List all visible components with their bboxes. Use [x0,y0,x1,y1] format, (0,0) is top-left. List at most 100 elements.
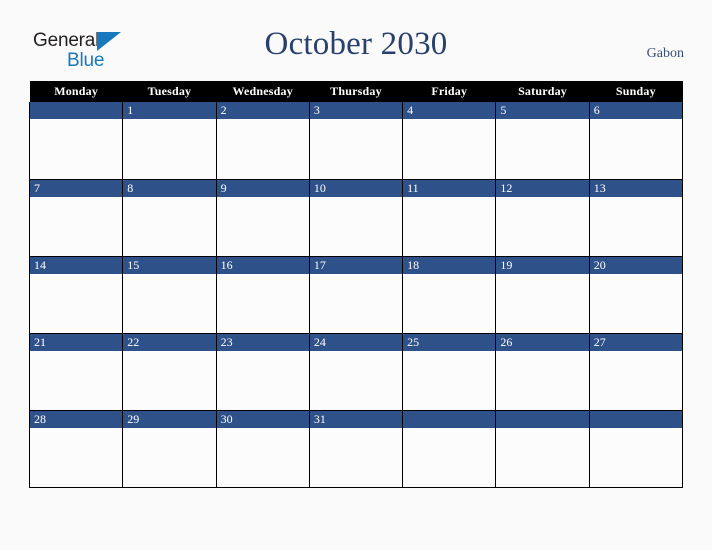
day-notes-area[interactable] [309,196,403,256]
day-notes-area[interactable] [123,427,216,487]
calendar-header-row: Monday Tuesday Wednesday Thursday Friday… [29,81,683,102]
day-notes-area[interactable] [589,119,682,178]
day-number: 20 [589,256,682,274]
day-notes-area[interactable] [403,119,496,178]
day-number: 4 [403,102,496,119]
day-notes-area[interactable] [589,273,682,333]
day-number: 5 [496,102,589,119]
day-number: 25 [403,333,496,351]
calendar-day-cell[interactable]: 27 [588,333,684,411]
day-notes-area[interactable] [30,427,123,487]
calendar-week-row: 123456 [28,102,684,180]
day-number: 10 [309,179,403,197]
calendar-day-cell[interactable]: 13 [588,179,684,257]
calendar-day-cell[interactable]: 19 [495,256,590,334]
calendar-day-cell[interactable]: 24 [308,333,404,411]
day-number: 23 [216,333,309,351]
calendar-day-cell[interactable]: 26 [495,333,590,411]
day-number: 8 [123,179,216,197]
day-notes-area[interactable] [496,119,589,178]
day-notes-area[interactable] [403,427,496,487]
calendar-day-cell[interactable]: 22 [122,333,217,411]
day-notes-area[interactable] [589,196,682,256]
calendar-day-cell[interactable]: 6 [588,102,684,180]
calendar-day-cell[interactable]: 14 [28,256,124,334]
calendar-day-cell[interactable]: 4 [402,102,497,180]
day-notes-area[interactable] [309,427,403,487]
weekday-header-monday: Monday [29,81,123,102]
day-number: 11 [403,179,496,197]
day-number [589,410,682,428]
calendar-day-cell[interactable]: 9 [215,179,310,257]
day-notes-area[interactable] [589,350,682,410]
day-notes-area[interactable] [309,273,403,333]
calendar-page: General Blue October 2030 Gabon Monday T… [0,0,712,550]
day-number [403,410,496,428]
day-notes-area[interactable] [309,350,403,410]
calendar-table: Monday Tuesday Wednesday Thursday Friday… [28,81,684,488]
day-notes-area[interactable] [30,350,123,410]
day-notes-area[interactable] [403,273,496,333]
calendar-day-cell[interactable] [495,410,590,488]
day-notes-area[interactable] [403,350,496,410]
calendar-day-cell[interactable] [402,410,497,488]
calendar-day-cell[interactable]: 5 [495,102,590,180]
day-notes-area[interactable] [589,427,682,487]
calendar-day-cell[interactable]: 18 [402,256,497,334]
day-number: 12 [496,179,589,197]
calendar-day-cell[interactable] [588,410,684,488]
day-notes-area[interactable] [309,119,403,178]
day-number [30,102,123,119]
day-notes-area[interactable] [496,273,589,333]
weekday-header-thursday: Thursday [309,81,403,102]
calendar-day-cell[interactable]: 8 [122,179,217,257]
day-notes-area[interactable] [216,119,309,178]
calendar-day-cell[interactable] [28,102,124,180]
day-notes-area[interactable] [30,196,123,256]
calendar-body: 1 2 3 4 5 6 7 8 9 10 11 12 13 14 15 16 17 18 19 20 21 22 23 24 2… [28,102,684,488]
day-notes-area[interactable] [216,350,309,410]
calendar-day-cell[interactable]: 10 [308,179,404,257]
calendar-day-cell[interactable]: 29 [122,410,217,488]
calendar-day-cell[interactable]: 3 [308,102,404,180]
calendar-week-row: 14 15 16 17 18 19 20 [28,256,684,334]
day-notes-area[interactable] [496,427,589,487]
calendar-day-cell[interactable]: 21 [28,333,124,411]
calendar-day-cell[interactable]: 11 [402,179,497,257]
calendar-day-cell[interactable]: 7 [28,179,124,257]
calendar-day-cell[interactable]: 28 [28,410,124,488]
day-notes-area[interactable] [123,119,216,178]
day-number: 18 [403,256,496,274]
day-notes-area[interactable] [216,273,309,333]
weekday-header-saturday: Saturday [495,81,590,102]
day-number: 15 [123,256,216,274]
day-number: 30 [216,410,309,428]
calendar-day-cell[interactable]: 1 [122,102,217,180]
day-notes-area[interactable] [123,273,216,333]
day-notes-area[interactable] [216,196,309,256]
day-notes-area[interactable] [216,427,309,487]
calendar-day-cell[interactable]: 17 [308,256,404,334]
calendar-day-cell[interactable]: 12 [495,179,590,257]
day-notes-area[interactable] [496,196,589,256]
day-notes-area[interactable] [30,119,123,178]
day-notes-area[interactable] [30,273,123,333]
calendar-day-cell[interactable]: 15 [122,256,217,334]
calendar-day-cell[interactable]: 30 [215,410,310,488]
page-title: October 2030 [264,26,448,62]
day-number: 3 [309,102,403,119]
calendar-day-cell[interactable]: 2 [215,102,310,180]
calendar-day-cell[interactable]: 23 [215,333,310,411]
weekday-header-sunday: Sunday [589,81,683,102]
day-number: 27 [589,333,682,351]
calendar-week-row: 7 8 9 10 11 12 13 [28,179,684,257]
day-number: 14 [30,256,123,274]
day-notes-area[interactable] [403,196,496,256]
day-notes-area[interactable] [496,350,589,410]
calendar-day-cell[interactable]: 25 [402,333,497,411]
calendar-day-cell[interactable]: 31 [308,410,404,488]
calendar-day-cell[interactable]: 20 [588,256,684,334]
day-notes-area[interactable] [123,196,216,256]
calendar-day-cell[interactable]: 16 [215,256,310,334]
day-notes-area[interactable] [123,350,216,410]
